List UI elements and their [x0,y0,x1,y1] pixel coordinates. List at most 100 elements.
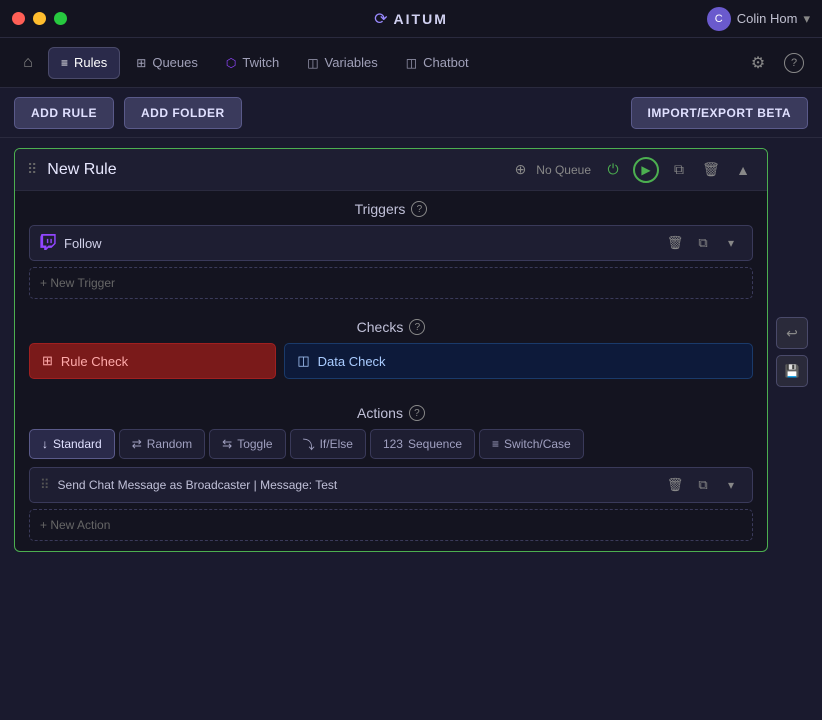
triggers-help-btn[interactable]: ? [411,201,427,217]
help-btn[interactable]: ? [778,47,810,79]
nav-item-variables[interactable]: ◫ Variables [295,47,390,79]
action-delete-btn[interactable]: 🗑 [664,474,686,496]
rule-check-item[interactable]: ⊞ Rule Check [29,343,276,379]
rule-drag-handle[interactable]: ⠿ [27,161,37,178]
nav-rules-label: Rules [74,55,107,70]
rule-power-btn[interactable]: ⏻ [601,158,625,182]
rule-area: ⠿ New Rule ⊕ No Queue ⏻ ▶ ⧉ 🗑 ▲ Trig [14,148,768,552]
app-title: ⟳ AITUM [374,9,448,29]
data-check-icon: ◫ [297,353,309,369]
chevron-down-icon: ▾ [803,11,810,27]
rule-check-label: Rule Check [61,354,128,369]
rule-check-icon: ⊞ [42,353,53,369]
rule-delete-btn[interactable]: 🗑 [699,158,723,182]
nav-item-twitch[interactable]: ⬡ Twitch [214,47,291,79]
trigger-delete-btn[interactable]: 🗑 [664,232,686,254]
action-copy-btn[interactable]: ⧉ [692,474,714,496]
data-check-label: Data Check [318,354,386,369]
checks-row: ⊞ Rule Check ◫ Data Check [29,343,753,379]
maximize-window-btn[interactable] [54,12,67,25]
trigger-follow-item[interactable]: Follow 🗑 ⧉ ▾ [29,225,753,261]
rule-copy-btn[interactable]: ⧉ [667,158,691,182]
rule-queue-label: No Queue [536,163,591,177]
switchcase-label: Switch/Case [504,437,571,451]
stack-icon: ⊕ [515,161,527,178]
add-rule-button[interactable]: ADD RULE [14,97,114,129]
import-export-button[interactable]: IMPORT/EXPORT BETA [631,97,808,129]
trigger-expand-btn[interactable]: ▾ [720,232,742,254]
sequence-icon: 123 [383,437,403,451]
toggle-icon: ⇆ [222,437,232,451]
save-icon: 💾 [785,364,800,378]
nav-bar: ⌂ ≡ Rules ⊞ Queues ⬡ Twitch ◫ Variables … [0,38,822,88]
random-label: Random [147,437,192,451]
new-trigger-label: + New Trigger [40,276,115,290]
nav-chatbot-label: Chatbot [423,55,469,70]
trigger-follow-label: Follow [64,236,656,251]
queues-icon: ⊞ [136,56,146,70]
add-folder-button[interactable]: ADD FOLDER [124,97,242,129]
data-check-item[interactable]: ◫ Data Check [284,343,753,379]
nav-twitch-label: Twitch [242,55,279,70]
checks-help-btn[interactable]: ? [409,319,425,335]
undo-btn[interactable]: ↩ [776,317,808,349]
rule-header: ⠿ New Rule ⊕ No Queue ⏻ ▶ ⧉ 🗑 ▲ [15,149,767,191]
new-action-btn[interactable]: + New Action [29,509,753,541]
save-btn[interactable]: 💾 [776,355,808,387]
actions-section: Actions ? ↓ Standard ⇄ Random [15,395,767,551]
rule-collapse-btn[interactable]: ▲ [731,158,755,182]
tab-switchcase[interactable]: ≡ Switch/Case [479,429,584,459]
twitch-icon: ⬡ [226,56,236,70]
settings-btn[interactable]: ⚙ [742,47,774,79]
trigger-copy-btn[interactable]: ⧉ [692,232,714,254]
action-send-chat-item[interactable]: ⠿ Send Chat Message as Broadcaster | Mes… [29,467,753,503]
tab-standard[interactable]: ↓ Standard [29,429,115,459]
minimize-window-btn[interactable] [33,12,46,25]
user-info[interactable]: C Colin Hom ▾ [707,7,810,31]
close-window-btn[interactable] [12,12,25,25]
action-type-tabs: ↓ Standard ⇄ Random ⇆ Toggle ⤵ [29,429,753,459]
avatar: C [707,7,731,31]
rule-play-btn[interactable]: ▶ [633,157,659,183]
checks-header: Checks ? [29,319,753,335]
tab-toggle[interactable]: ⇆ Toggle [209,429,285,459]
ifelse-label: If/Else [320,437,353,451]
action-expand-btn[interactable]: ▾ [720,474,742,496]
action-drag-handle[interactable]: ⠿ [40,477,50,493]
window-controls [12,12,67,25]
twitch-trigger-icon [40,234,56,253]
nav-item-rules[interactable]: ≡ Rules [48,47,120,79]
action-item-controls: 🗑 ⧉ ▾ [664,474,742,496]
title-bar: ⟳ AITUM C Colin Hom ▾ [0,0,822,38]
app-logo-icon: ⟳ [374,9,387,29]
content-wrapper: ⠿ New Rule ⊕ No Queue ⏻ ▶ ⧉ 🗑 ▲ Trig [14,148,808,552]
nav-variables-label: Variables [325,55,378,70]
nav-item-chatbot[interactable]: ◫ Chatbot [394,47,481,79]
ifelse-icon: ⤵ [303,436,315,453]
username: Colin Hom [737,11,798,26]
tab-sequence[interactable]: 123 Sequence [370,429,475,459]
rules-icon: ≡ [61,56,68,70]
tab-ifelse[interactable]: ⤵ If/Else [290,429,366,459]
switchcase-icon: ≡ [492,437,499,451]
help-icon: ? [784,53,804,73]
settings-icon: ⚙ [751,53,765,73]
main-content: ⠿ New Rule ⊕ No Queue ⏻ ▶ ⧉ 🗑 ▲ Trig [0,138,822,562]
checks-section: Checks ? ⊞ Rule Check ◫ Data Check [15,309,767,395]
trigger-actions: 🗑 ⧉ ▾ [664,232,742,254]
standard-label: Standard [53,437,102,451]
sequence-label: Sequence [408,437,462,451]
home-icon: ⌂ [23,54,33,72]
variables-icon: ◫ [307,56,318,70]
home-nav-btn[interactable]: ⌂ [12,47,44,79]
toolbar: ADD RULE ADD FOLDER IMPORT/EXPORT BETA [0,88,822,138]
side-buttons: ↩ 💾 [768,148,808,552]
actions-label: Actions [357,405,403,421]
rule-card: ⠿ New Rule ⊕ No Queue ⏻ ▶ ⧉ 🗑 ▲ Trig [14,148,768,552]
triggers-header: Triggers ? [29,201,753,217]
tab-random[interactable]: ⇄ Random [119,429,205,459]
checks-label: Checks [357,319,404,335]
new-trigger-btn[interactable]: + New Trigger [29,267,753,299]
actions-help-btn[interactable]: ? [409,405,425,421]
nav-item-queues[interactable]: ⊞ Queues [124,47,210,79]
